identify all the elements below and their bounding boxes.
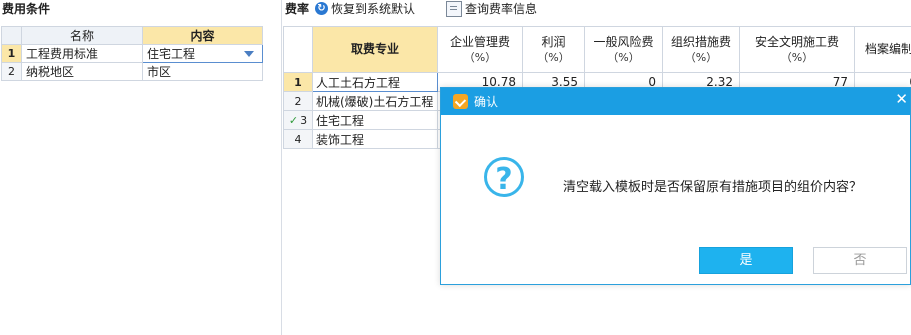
yes-button[interactable]: 是 bbox=[699, 247, 793, 274]
content-cell[interactable]: 市区 bbox=[142, 62, 263, 81]
document-icon bbox=[446, 0, 462, 17]
table-row[interactable]: 1 工程费用标准 住宅工程 bbox=[1, 44, 263, 63]
row-number-header bbox=[283, 26, 313, 73]
column-header-risk-fee[interactable]: 一般风险费 （%） bbox=[584, 26, 663, 73]
fee-specialty-cell[interactable]: 人工土石方工程 bbox=[312, 72, 438, 92]
column-header-content[interactable]: 内容 bbox=[142, 26, 263, 45]
restore-default-label: 恢复到系统默认 bbox=[331, 2, 416, 16]
query-rate-info-label: 查询费率信息 bbox=[465, 2, 538, 16]
confirm-dialog: 确认 ✕ ? 清空载入模板时是否保留原有措施项目的组价内容？ 是 否 bbox=[440, 87, 911, 285]
dialog-title-bar[interactable]: 确认 ✕ bbox=[441, 88, 910, 115]
fee-conditions-table: 名称 内容 1 工程费用标准 住宅工程 2 纳税地区 市区 bbox=[1, 26, 263, 81]
column-header-name[interactable]: 名称 bbox=[21, 26, 143, 45]
query-rate-info-button[interactable]: 查询费率信息 bbox=[446, 0, 537, 17]
column-header-profit[interactable]: 利润 （%） bbox=[522, 26, 585, 73]
no-button[interactable]: 否 bbox=[813, 247, 907, 274]
dialog-title: 确认 bbox=[474, 95, 499, 109]
question-icon: ? bbox=[484, 157, 524, 197]
content-dropdown[interactable]: 住宅工程 bbox=[142, 44, 263, 63]
panel-divider bbox=[281, 0, 282, 335]
column-header-safety-fee[interactable]: 安全文明施工费 （%） bbox=[739, 26, 855, 73]
app-logo-icon bbox=[453, 94, 468, 109]
row-number: 1 bbox=[1, 44, 22, 63]
fee-specialty-cell[interactable]: 装饰工程 bbox=[312, 129, 438, 149]
chevron-down-icon[interactable] bbox=[244, 51, 254, 57]
name-cell[interactable]: 工程费用标准 bbox=[21, 44, 143, 63]
row-number: ✓ 3 bbox=[283, 110, 313, 130]
fee-specialty-cell[interactable]: 住宅工程 bbox=[312, 110, 438, 130]
fee-rate-title: 费率 bbox=[285, 2, 310, 16]
column-header-fee-specialty[interactable]: 取费专业 bbox=[312, 26, 438, 73]
dialog-message: 清空载入模板时是否保留原有措施项目的组价内容？ bbox=[563, 180, 863, 195]
content-dropdown-value: 住宅工程 bbox=[147, 47, 196, 61]
column-header-management-fee[interactable]: 企业管理费 （%） bbox=[437, 26, 523, 73]
restore-icon: ↻ bbox=[315, 2, 328, 15]
row-number: 4 bbox=[283, 129, 313, 149]
restore-default-button[interactable]: ↻ 恢复到系统默认 bbox=[315, 0, 415, 17]
column-header-archive-fee[interactable]: 档案编制 bbox=[854, 26, 911, 73]
row-number: 2 bbox=[283, 91, 313, 111]
name-cell[interactable]: 纳税地区 bbox=[21, 62, 143, 81]
row-number-header bbox=[1, 26, 22, 45]
column-header-organization-measure-fee[interactable]: 组织措施费 （%） bbox=[662, 26, 740, 73]
fee-specialty-cell[interactable]: 机械(爆破)土石方工程 bbox=[312, 91, 438, 111]
table-row[interactable]: 2 纳税地区 市区 bbox=[1, 62, 263, 81]
row-number: 1 bbox=[283, 72, 313, 92]
row-number: 2 bbox=[1, 62, 22, 81]
fee-conditions-title: 费用条件 bbox=[2, 2, 51, 16]
close-icon[interactable]: ✕ bbox=[895, 90, 908, 108]
checkmark-icon: ✓ bbox=[288, 113, 299, 127]
